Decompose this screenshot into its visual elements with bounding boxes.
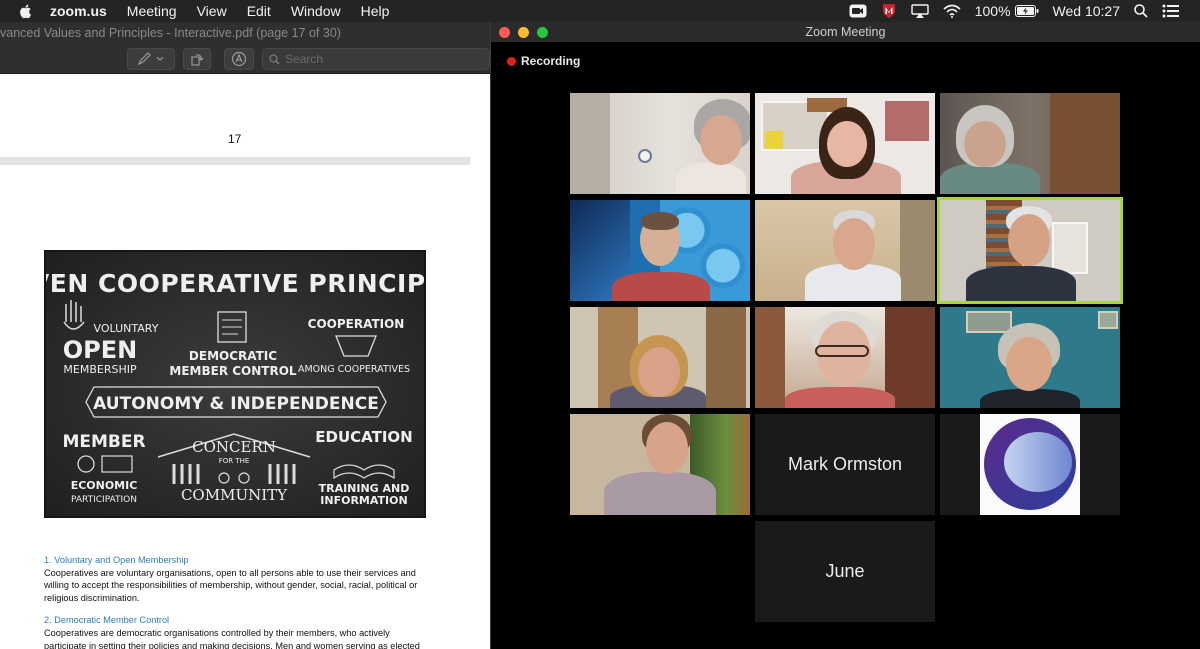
- poster-concern: CONCERN: [192, 438, 276, 456]
- pdf-text-body: 1. Voluntary and Open Membership Coopera…: [44, 554, 434, 649]
- zoom-window-title: Zoom Meeting: [805, 25, 886, 39]
- pdf-page: SEVEN COOPERATIVE PRINCIPLES VOLUNTARY O…: [0, 166, 490, 649]
- close-window-button[interactable]: [499, 27, 510, 38]
- poster-for-the: FOR THE: [219, 457, 250, 465]
- shield-icon[interactable]: [881, 3, 897, 19]
- logo-icon: [984, 418, 1076, 510]
- poster-member-control: MEMBER CONTROL: [169, 364, 297, 378]
- participant-video-tile[interactable]: [940, 93, 1120, 194]
- poster-voluntary: VOLUNTARY: [94, 322, 159, 335]
- poster-title: SEVEN COOPERATIVE PRINCIPLES: [46, 269, 426, 298]
- recording-dot-icon: [507, 56, 516, 66]
- spotlight-search-icon[interactable]: [1134, 4, 1148, 18]
- participant-video-tile[interactable]: [570, 414, 750, 515]
- menu-bar: zoom.us Meeting View Edit Window Help 10…: [0, 0, 1200, 22]
- section-heading: 2. Democratic Member Control: [44, 615, 170, 626]
- participant-video-tile[interactable]: [570, 200, 750, 301]
- participant-video-tile[interactable]: [570, 307, 750, 408]
- page-number: 17: [228, 132, 242, 146]
- pdf-search-field[interactable]: [262, 48, 490, 70]
- participant-video-tile[interactable]: [570, 93, 750, 194]
- recording-indicator[interactable]: Recording: [507, 54, 580, 68]
- poster-participation: PARTICIPATION: [71, 495, 137, 505]
- pdf-window-title: vanced Values and Principles - Interacti…: [0, 22, 490, 44]
- poster-autonomy: AUTONOMY & INDEPENDENCE: [93, 394, 379, 414]
- poster-member: MEMBER: [62, 432, 145, 452]
- pdf-toolbar: [0, 44, 490, 74]
- menubar-clock[interactable]: Wed 10:27: [1053, 3, 1120, 19]
- zoom-meeting-window: Zoom Meeting Recording Mark Ormston June: [490, 22, 1200, 649]
- rotate-button[interactable]: [183, 48, 211, 70]
- wifi-icon[interactable]: [943, 4, 961, 18]
- section-heading: 1. Voluntary and Open Membership: [44, 555, 189, 565]
- poster-cooperation: COOPERATION: [308, 317, 405, 331]
- pdf-viewer-window: vanced Values and Principles - Interacti…: [0, 22, 490, 649]
- airplay-icon[interactable]: [911, 4, 929, 18]
- battery-icon[interactable]: [1014, 5, 1039, 17]
- previous-page-bottom: 17: [0, 74, 490, 156]
- participant-name: Mark Ormston: [787, 454, 902, 474]
- markup-circle-icon: [231, 51, 247, 67]
- participant-avatar-tile[interactable]: [940, 414, 1120, 515]
- search-icon: [269, 53, 280, 64]
- participant-video-tile[interactable]: [755, 200, 935, 301]
- poster-among: AMONG COOPERATIVES: [298, 364, 410, 375]
- poster-open: OPEN: [63, 336, 137, 364]
- participant-logo: [980, 414, 1080, 515]
- menu-app-name[interactable]: zoom.us: [50, 3, 107, 19]
- apple-menu-icon[interactable]: [18, 3, 34, 19]
- battery-percent: 100%: [974, 3, 1011, 19]
- zoom-titlebar: Zoom Meeting: [491, 22, 1200, 42]
- status-area: 100% Wed 10:27: [849, 0, 1200, 22]
- minimize-window-button[interactable]: [518, 27, 529, 38]
- pdf-search-input[interactable]: [285, 52, 465, 66]
- section-body: Cooperatives are voluntary organisations…: [44, 567, 418, 603]
- participant-name-tile[interactable]: Mark Ormston: [755, 414, 935, 515]
- notification-center-icon[interactable]: [1162, 4, 1180, 18]
- zoom-status-icon[interactable]: [849, 4, 867, 18]
- pdf-document-view[interactable]: 17 SEVEN COOPERATIVE PRINCIPLES VOLUNT: [0, 74, 490, 649]
- rotate-icon: [191, 54, 204, 66]
- poster-community: COMMUNITY: [181, 486, 288, 504]
- poster-democratic: DEMOCRATIC: [189, 349, 277, 363]
- zoom-window-button[interactable]: [537, 27, 548, 38]
- menu-window[interactable]: Window: [291, 3, 341, 19]
- poster-membership: MEMBERSHIP: [63, 363, 137, 376]
- cooperative-principles-poster: SEVEN COOPERATIVE PRINCIPLES VOLUNTARY O…: [44, 250, 426, 518]
- participant-video-tile[interactable]: [755, 307, 935, 408]
- section-body: Cooperatives are democratic organisation…: [44, 627, 420, 649]
- pen-icon: [137, 52, 164, 66]
- poster-economic: ECONOMIC: [71, 479, 138, 492]
- poster-education: EDUCATION: [315, 428, 412, 446]
- menu-help[interactable]: Help: [361, 3, 390, 19]
- markup-pen-button[interactable]: [127, 48, 175, 70]
- poster-information: INFORMATION: [320, 494, 407, 507]
- page-divider: [0, 157, 470, 165]
- participant-name: June: [825, 561, 865, 581]
- participant-video-tile[interactable]: [940, 307, 1120, 408]
- participant-video-tile[interactable]: [755, 93, 935, 194]
- menu-meeting[interactable]: Meeting: [127, 3, 177, 19]
- participant-name-tile[interactable]: June: [755, 521, 935, 622]
- recording-label: Recording: [521, 54, 581, 68]
- menu-view[interactable]: View: [197, 3, 227, 19]
- annotate-button[interactable]: [224, 48, 254, 70]
- active-speaker-video-tile[interactable]: [937, 197, 1123, 304]
- menu-edit[interactable]: Edit: [247, 3, 271, 19]
